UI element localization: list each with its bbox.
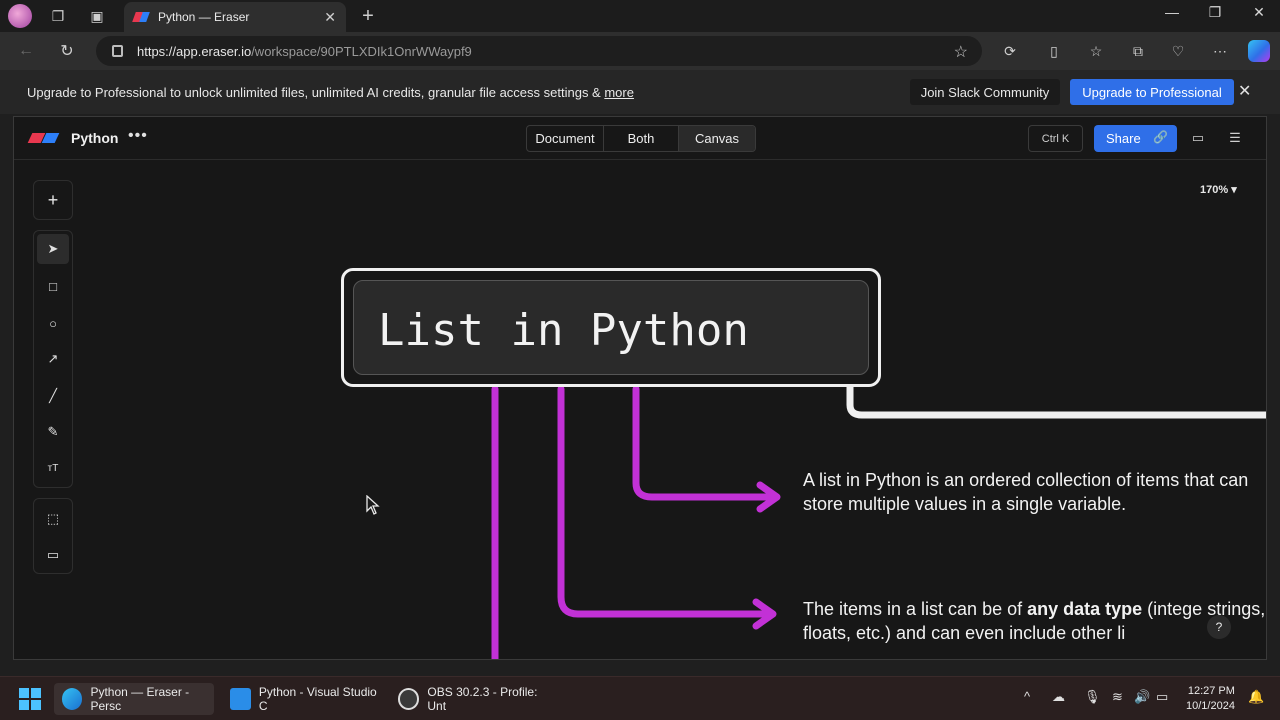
address-bar-row: ← ↻ https://app.eraser.io/workspace/90PT… (0, 32, 1280, 70)
banner-text: Upgrade to Professional to unlock unlimi… (27, 85, 605, 100)
tab-close-icon[interactable]: ✕ (324, 9, 336, 26)
connector-2 (557, 385, 773, 618)
canvas-connectors (491, 385, 1266, 659)
obs-icon (398, 688, 420, 710)
note-definition[interactable]: A list in Python is an ordered collectio… (803, 468, 1253, 516)
favorite-star-icon[interactable]: ☆ (954, 42, 968, 62)
mouse-cursor-icon (366, 495, 380, 515)
white-connector (846, 387, 1266, 419)
notifications-icon[interactable]: 🔔 (1248, 689, 1264, 705)
help-button[interactable]: ? (1207, 615, 1231, 639)
maximize-icon[interactable]: ❐ (1193, 4, 1237, 21)
taskbar-clock[interactable]: 12:27 PM 10/1/2024 (1186, 684, 1235, 714)
battery-icon[interactable]: ▭ (1156, 689, 1168, 705)
url-host: https://app.eraser.io (137, 43, 252, 59)
windows-taskbar: Python — Eraser - Persc Python - Visual … (0, 676, 1280, 720)
profile-avatar[interactable] (8, 4, 32, 28)
workspaces-icon[interactable]: ❐ (44, 2, 72, 30)
title-node-inner: List in Python (353, 280, 869, 375)
favorites-icon[interactable]: ☆ (1084, 39, 1108, 63)
settings-more-icon[interactable]: ⋯ (1208, 39, 1232, 63)
tray-overflow-icon[interactable]: ^ (1024, 689, 1030, 704)
clock-date: 10/1/2024 (1186, 700, 1235, 712)
tray-cloud-icon[interactable]: ☁ (1052, 689, 1065, 705)
eraser-app: Python ••• Document Both Canvas Ctrl K S… (13, 116, 1267, 660)
join-slack-button[interactable]: Join Slack Community (910, 79, 1060, 105)
taskbar-edge[interactable]: Python — Eraser - Persc (54, 683, 214, 715)
split-screen-icon[interactable]: ▯ (1042, 39, 1066, 63)
refresh-icon[interactable]: ↻ (53, 38, 81, 64)
connector-1 (632, 385, 777, 501)
extensions-icon[interactable]: ⟳ (998, 39, 1022, 63)
upgrade-button[interactable]: Upgrade to Professional (1070, 79, 1234, 105)
new-tab-icon[interactable]: + (354, 2, 382, 30)
clock-time: 12:27 PM (1187, 685, 1235, 697)
note-data-types[interactable]: The items in a list can be of any data t… (803, 597, 1266, 645)
lock-icon (112, 45, 123, 57)
volume-icon[interactable]: 🔊 (1134, 689, 1150, 705)
edge-icon (62, 688, 83, 710)
banner-close-icon[interactable]: ✕ (1238, 81, 1251, 101)
taskbar-edge-label: Python — Eraser - Persc (90, 685, 190, 713)
eraser-favicon-icon (132, 12, 150, 22)
upgrade-banner: Upgrade to Professional to unlock unlimi… (0, 70, 1280, 114)
taskbar-vscode[interactable]: Python - Visual Studio C (222, 683, 382, 715)
title-node-text: List in Python (378, 305, 749, 356)
collections-icon[interactable]: ⧉ (1126, 39, 1150, 63)
title-node[interactable]: List in Python (341, 268, 881, 387)
tray-mic-icon[interactable]: 🎙 (1084, 689, 1101, 705)
copilot-icon[interactable] (1248, 40, 1270, 62)
windows-start-icon[interactable] (19, 688, 41, 710)
minimize-icon[interactable]: — (1150, 4, 1194, 20)
tab-title: Python — Eraser (158, 10, 250, 24)
taskbar-obs[interactable]: OBS 30.2.3 - Profile: Unt (390, 683, 555, 715)
url-path: /workspace/90PTLXDIk1OnrWWaypf9 (251, 43, 472, 59)
tab-actions-icon[interactable]: ▣ (83, 2, 111, 30)
note2-prefix: The items in a list can be of (803, 599, 1028, 619)
wifi-icon[interactable]: ≋ (1112, 689, 1123, 705)
browser-tab-strip: ❐ ▣ Python — Eraser ✕ + — ❐ ✕ (0, 0, 1280, 32)
taskbar-vscode-label: Python - Visual Studio C (258, 685, 377, 713)
url-input[interactable]: https://app.eraser.io/workspace/90PTLXDI… (96, 36, 982, 66)
taskbar-obs-label: OBS 30.2.3 - Profile: Unt (427, 685, 538, 713)
note2-bold: any data type (1027, 599, 1143, 619)
banner-message: Upgrade to Professional to unlock unlimi… (27, 85, 634, 100)
browser-tab-active[interactable]: Python — Eraser ✕ (124, 2, 346, 32)
vscode-icon (230, 688, 251, 710)
browser-essentials-icon[interactable]: ♡ (1166, 39, 1190, 63)
banner-more-link[interactable]: more (604, 85, 634, 100)
back-icon[interactable]: ← (12, 38, 40, 64)
window-close-icon[interactable]: ✕ (1237, 4, 1280, 21)
